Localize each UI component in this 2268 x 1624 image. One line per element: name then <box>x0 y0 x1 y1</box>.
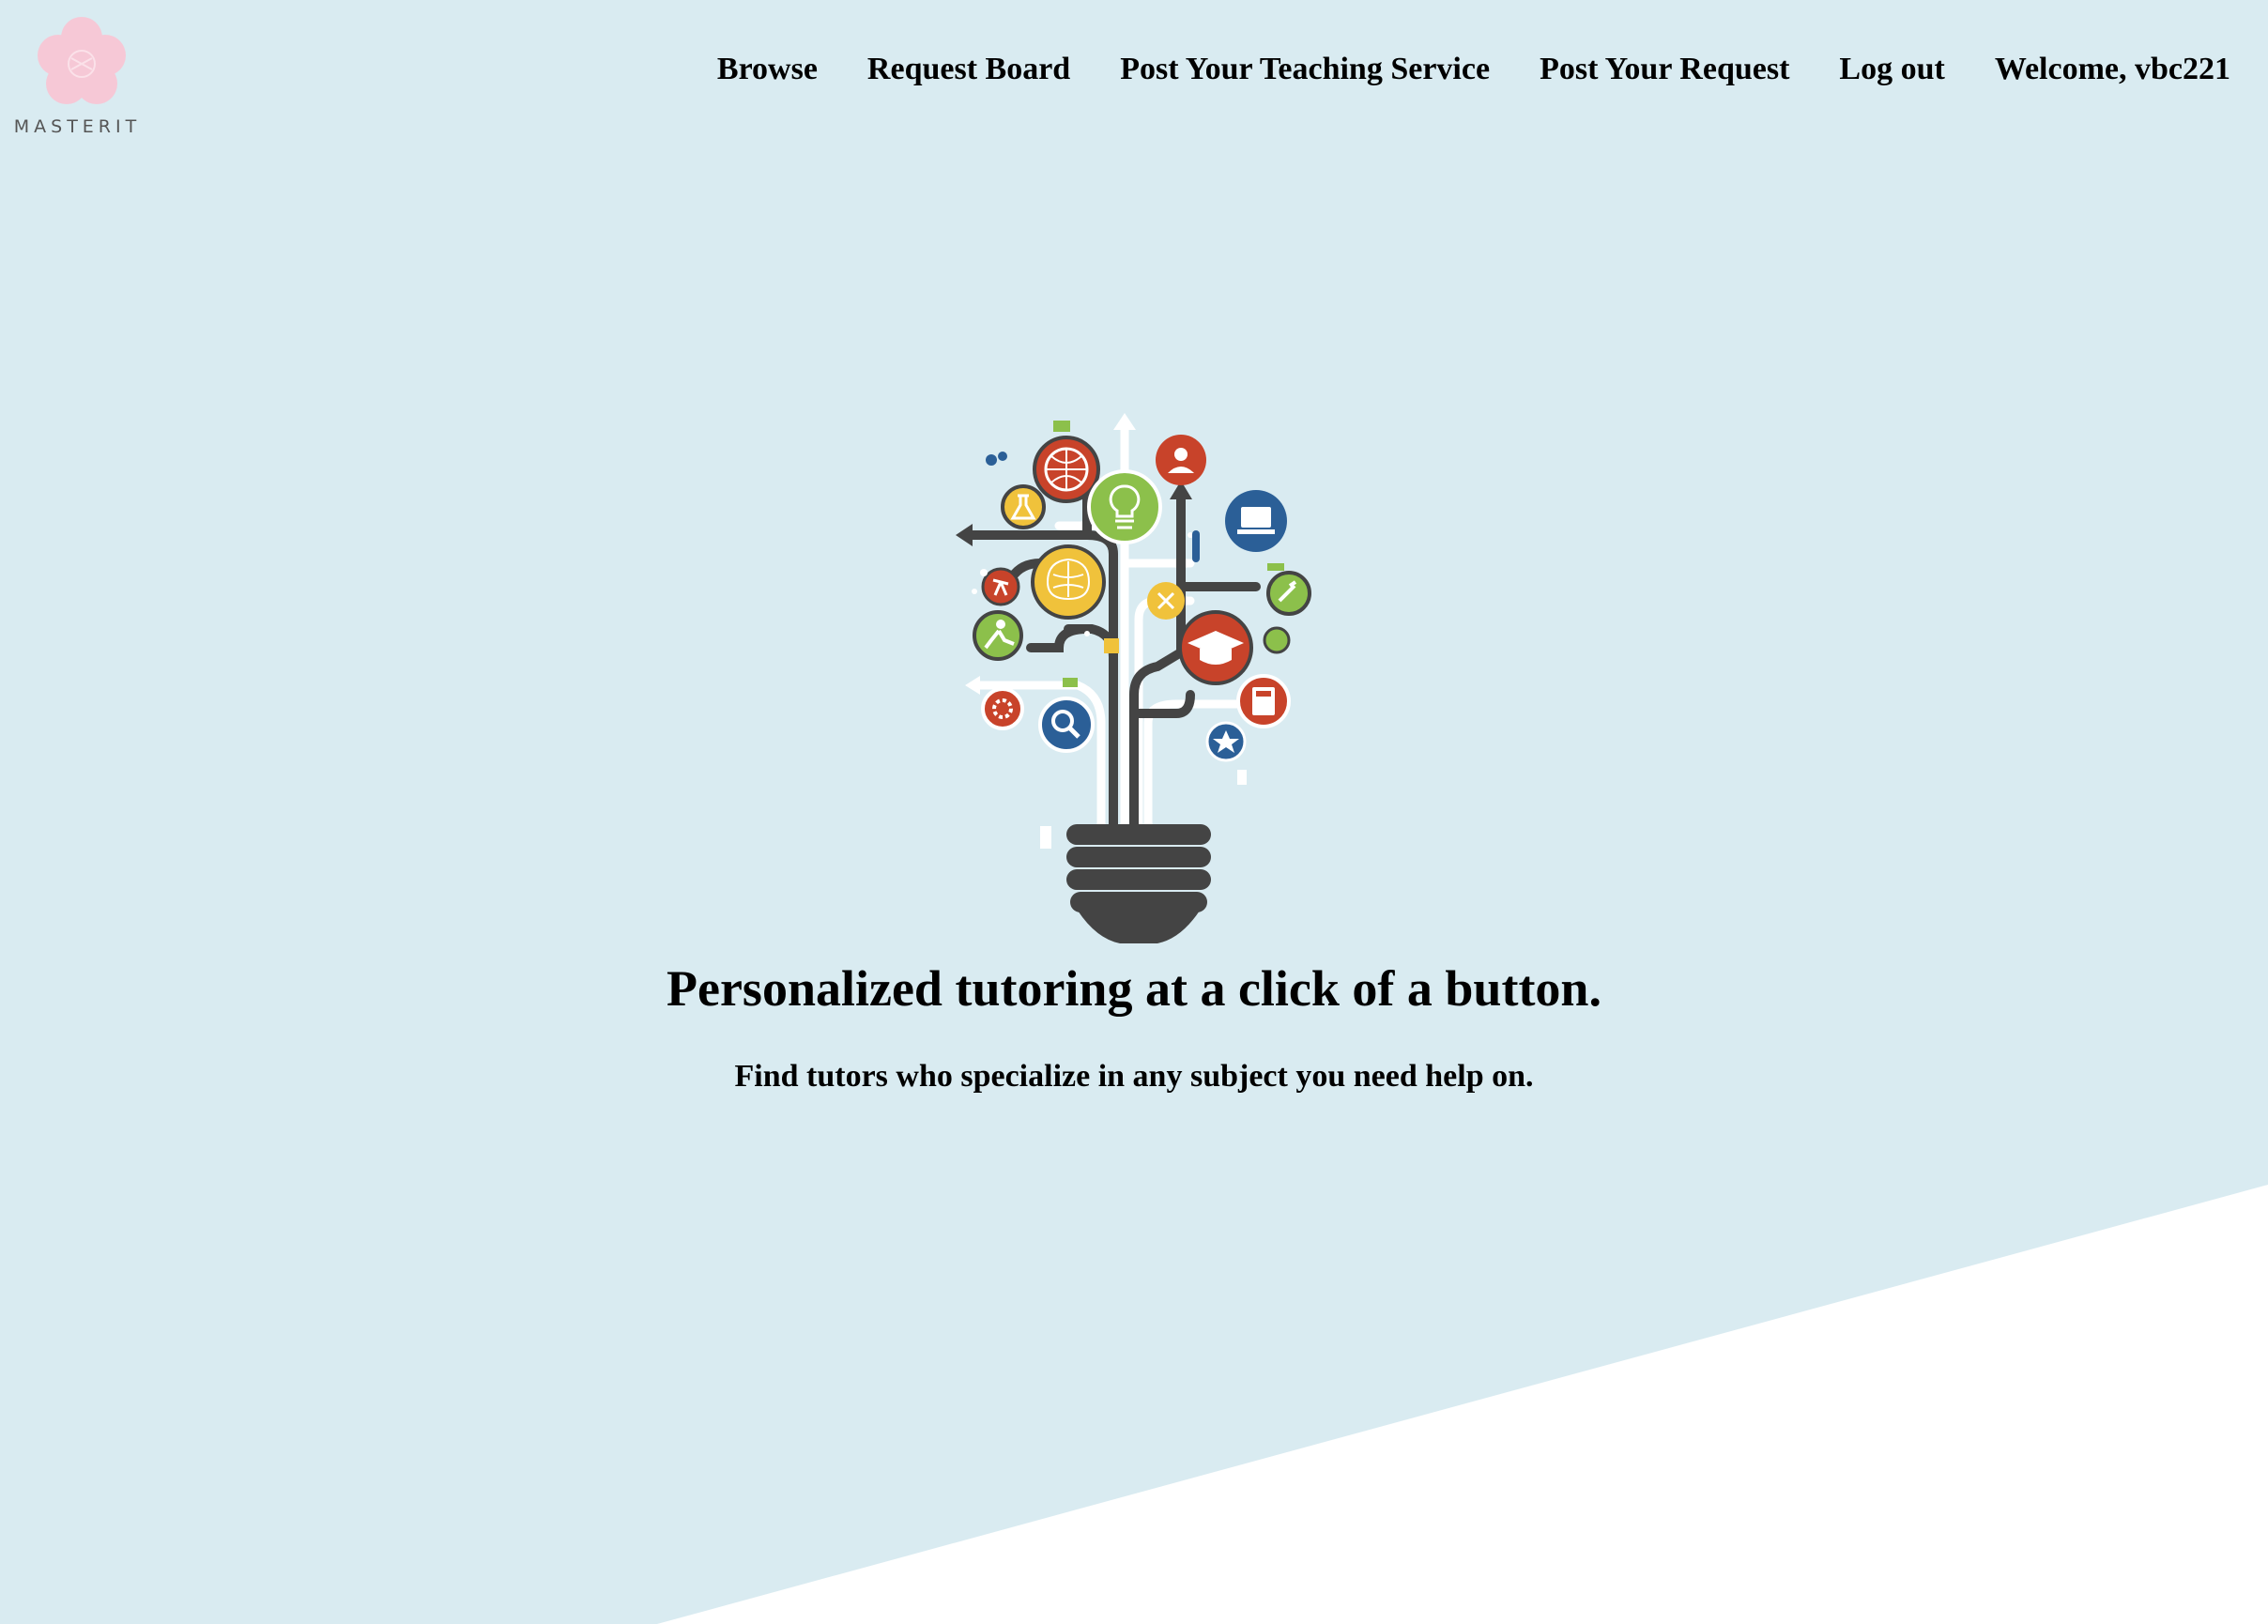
globe-circle <box>1033 436 1100 503</box>
nav-post-request[interactable]: Post Your Request <box>1540 52 1789 87</box>
hero-headline: Personalized tutoring at a click of a bu… <box>667 960 1601 1017</box>
site-logo[interactable]: MASTERIT <box>9 13 146 145</box>
nav-request-board[interactable]: Request Board <box>867 52 1070 87</box>
welcome-user-label: Welcome, vbc221 <box>1994 52 2230 86</box>
hero-subheadline: Find tutors who specialize in any subjec… <box>734 1059 1534 1094</box>
nav-post-teaching-service[interactable]: Post Your Teaching Service <box>1120 52 1490 87</box>
nav-logout[interactable]: Log out <box>1839 52 1944 87</box>
flower-logo-icon <box>38 17 126 104</box>
logo-wordmark: MASTERIT <box>13 116 142 137</box>
nav-browse[interactable]: Browse <box>717 52 818 87</box>
lightbulb-education-icon <box>956 413 1311 943</box>
main-nav: Browse Request Board Post Your Teaching … <box>717 52 2230 87</box>
